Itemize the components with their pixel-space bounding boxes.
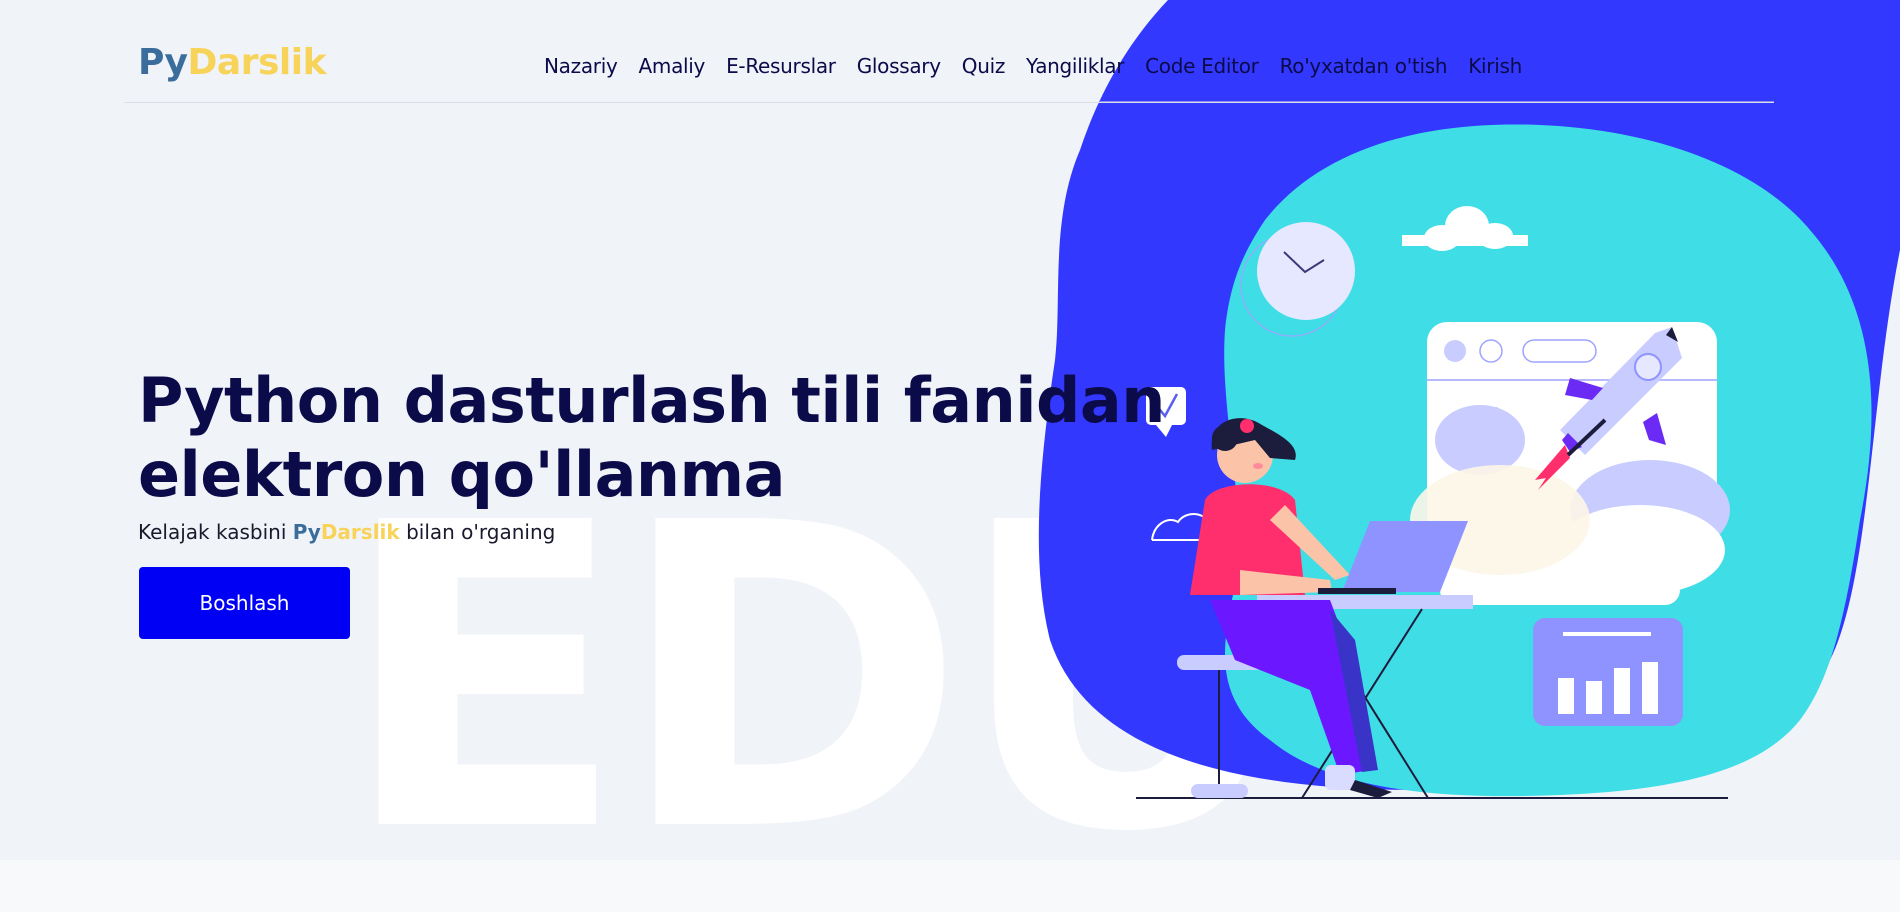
- start-button[interactable]: Boshlash: [139, 567, 350, 639]
- nav-item-e-resurslar[interactable]: E-Resurslar: [726, 54, 836, 78]
- hero-title-line1: Python dasturlash tili fanidan: [138, 364, 1165, 437]
- logo-part-py: Py: [138, 42, 188, 83]
- logo[interactable]: PyDarslik: [138, 42, 327, 83]
- page-footer-strip: [0, 860, 1900, 912]
- subtitle-prefix: Kelajak kasbini: [138, 520, 293, 544]
- hero-title: Python dasturlash tili fanidan elektron …: [138, 364, 1165, 512]
- nav-item-quiz[interactable]: Quiz: [962, 54, 1006, 78]
- main-nav: Nazariy Amaliy E-Resurslar Glossary Quiz…: [544, 54, 1522, 78]
- nav-item-code-editor[interactable]: Code Editor: [1145, 54, 1259, 78]
- nav-item-login[interactable]: Kirish: [1468, 54, 1522, 78]
- logo-part-darslik: Darslik: [187, 42, 327, 83]
- subtitle-brand-darslik: Darslik: [320, 520, 400, 544]
- nav-item-glossary[interactable]: Glossary: [857, 54, 941, 78]
- nav-item-amaliy[interactable]: Amaliy: [639, 54, 706, 78]
- nav-item-yangiliklar[interactable]: Yangiliklar: [1026, 54, 1124, 78]
- subtitle-suffix: bilan o'rganing: [399, 520, 556, 544]
- nav-item-register[interactable]: Ro'yxatdan o'tish: [1280, 54, 1448, 78]
- hero-title-line2: elektron qo'llanma: [138, 438, 786, 511]
- nav-item-nazariy[interactable]: Nazariy: [544, 54, 618, 78]
- hero-subtitle: Kelajak kasbini PyDarslik bilan o'rganin…: [138, 520, 555, 544]
- bar-chart-icon: [1533, 618, 1683, 726]
- site-header: PyDarslik Nazariy Amaliy E-Resurslar Glo…: [124, 30, 1774, 103]
- subtitle-brand-py: Py: [292, 520, 321, 544]
